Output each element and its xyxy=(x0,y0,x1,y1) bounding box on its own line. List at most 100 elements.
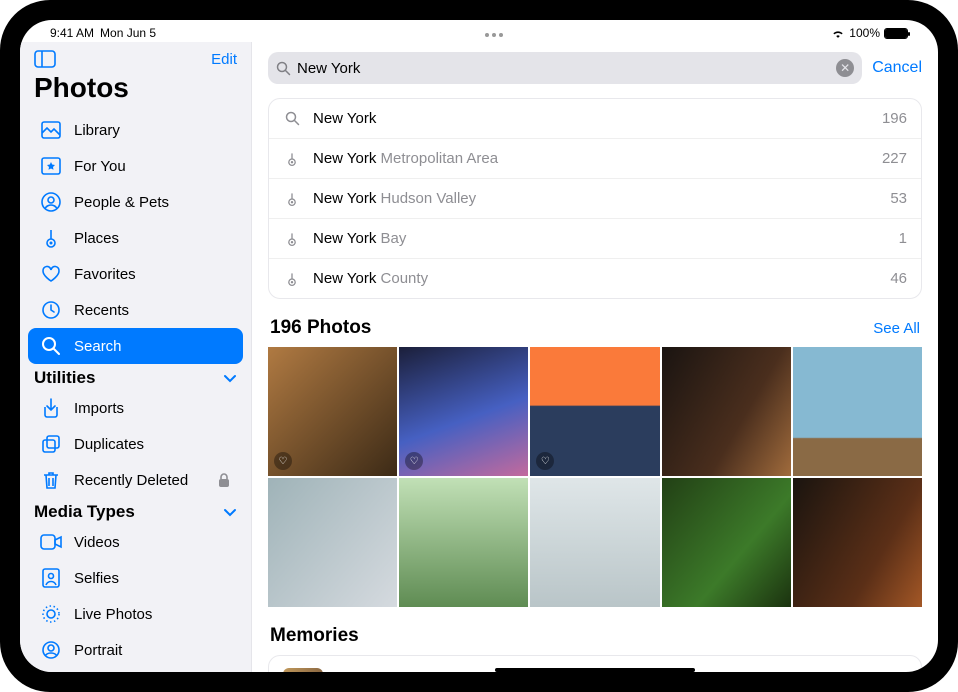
chevron-down-icon[interactable] xyxy=(223,507,237,517)
sidebar-item-label: Videos xyxy=(74,534,120,551)
cancel-button[interactable]: Cancel xyxy=(872,59,922,77)
photo-thumbnail[interactable] xyxy=(399,478,528,607)
sidebar-item-label: Portrait xyxy=(74,642,122,659)
multitask-dots-icon[interactable] xyxy=(479,33,509,37)
status-date: Mon Jun 5 xyxy=(100,26,156,40)
sidebar-item-recents[interactable]: Recents xyxy=(28,292,243,328)
sidebar-item-people-pets[interactable]: People & Pets xyxy=(28,184,243,220)
sidebar-item-label: Live Photos xyxy=(74,606,152,623)
search-suggestion[interactable]: New York Bay1 xyxy=(269,219,921,259)
photo-thumbnail[interactable]: ♡ xyxy=(530,347,659,476)
sidebar-item-favorites[interactable]: Favorites xyxy=(28,256,243,292)
suggestion-count: 46 xyxy=(890,270,907,287)
sidebar-item-for-you[interactable]: For You xyxy=(28,148,243,184)
sidebar-item-label: People & Pets xyxy=(74,194,169,211)
videos-icon xyxy=(40,531,62,553)
main-area: New York ✕ Cancel New York 196 New York Me… xyxy=(252,42,938,672)
memories-heading: Memories xyxy=(270,625,359,647)
sidebar-item-search[interactable]: Search xyxy=(28,328,243,364)
search-suggestions: New York 196 New York Metropolitan Area227… xyxy=(268,98,922,299)
search-icon xyxy=(40,335,62,357)
sidebar-section-media[interactable]: Media Types xyxy=(34,502,135,522)
sidebar-item-library[interactable]: Library xyxy=(28,112,243,148)
results-heading: 196 Photos xyxy=(270,317,371,339)
sidebar-item-places[interactable]: Places xyxy=(28,220,243,256)
recently-deleted-icon xyxy=(40,469,62,491)
sidebar-item-portrait[interactable]: Portrait xyxy=(28,632,243,668)
home-indicator[interactable] xyxy=(495,668,695,672)
favorites-icon xyxy=(40,263,62,285)
sidebar-item-label: Search xyxy=(74,338,122,355)
battery-percent: 100% xyxy=(849,26,880,40)
photo-thumbnail[interactable]: ♡ xyxy=(399,347,528,476)
duplicates-icon xyxy=(40,433,62,455)
recents-icon xyxy=(40,299,62,321)
search-suggestion[interactable]: New York 196 xyxy=(269,99,921,139)
place-pin-icon xyxy=(283,191,301,207)
photo-thumbnail[interactable] xyxy=(662,347,791,476)
sidebar-toggle-icon[interactable] xyxy=(34,50,56,68)
sidebar-item-imports[interactable]: Imports xyxy=(28,390,243,426)
sidebar-item-duplicates[interactable]: Duplicates xyxy=(28,426,243,462)
photo-thumbnail[interactable] xyxy=(662,478,791,607)
suggestion-count: 1 xyxy=(899,230,907,247)
sidebar-section-utilities[interactable]: Utilities xyxy=(34,368,95,388)
live-photos-icon xyxy=(40,603,62,625)
suggestion-main: New York xyxy=(313,230,376,247)
sidebar-item-label: Places xyxy=(74,230,119,247)
suggestion-main: New York xyxy=(313,190,376,207)
sidebar-item-label: Library xyxy=(74,122,120,139)
sidebar-item-selfies[interactable]: Selfies xyxy=(28,560,243,596)
portrait-icon xyxy=(40,639,62,661)
people-pets-icon xyxy=(40,191,62,213)
suggestion-sub: Metropolitan Area xyxy=(376,150,498,167)
sidebar-item-recently-deleted[interactable]: Recently Deleted xyxy=(28,462,243,498)
wifi-icon xyxy=(831,28,845,39)
suggestion-sub: County xyxy=(376,270,428,287)
lock-icon xyxy=(217,472,231,488)
search-suggestion[interactable]: New York Hudson Valley 53 xyxy=(269,179,921,219)
suggestion-sub: Hudson Valley xyxy=(376,190,476,207)
search-suggestion[interactable]: New York Metropolitan Area227 xyxy=(269,139,921,179)
photo-thumbnail[interactable] xyxy=(268,478,397,607)
sidebar-item-videos[interactable]: Videos xyxy=(28,524,243,560)
search-value: New York xyxy=(297,60,830,77)
photo-thumbnail[interactable] xyxy=(530,478,659,607)
places-icon xyxy=(40,227,62,249)
chevron-down-icon[interactable] xyxy=(223,373,237,383)
photo-grid: ♡♡♡ xyxy=(268,347,922,607)
sidebar: Edit Photos Library For You People & Pets P… xyxy=(20,42,252,672)
suggestion-count: 53 xyxy=(890,190,907,207)
place-pin-icon xyxy=(283,231,301,247)
sidebar-item-label: Duplicates xyxy=(74,436,144,453)
selfies-icon xyxy=(40,567,62,589)
imports-icon xyxy=(40,397,62,419)
search-icon xyxy=(283,111,301,126)
app-title: Photos xyxy=(20,68,251,112)
memory-thumbnail xyxy=(283,668,323,672)
photo-thumbnail[interactable]: ♡ xyxy=(268,347,397,476)
photo-thumbnail[interactable] xyxy=(793,478,922,607)
sidebar-item-live-photos[interactable]: Live Photos xyxy=(28,596,243,632)
photo-thumbnail[interactable] xyxy=(793,347,922,476)
sidebar-item-label: Recently Deleted xyxy=(74,472,188,489)
see-all-button[interactable]: See All xyxy=(873,320,920,337)
sidebar-item-label: Favorites xyxy=(74,266,136,283)
suggestion-main: New York xyxy=(313,270,376,287)
suggestion-main: New York xyxy=(313,110,376,127)
suggestion-count: 196 xyxy=(882,110,907,127)
sidebar-item-label: Selfies xyxy=(74,570,119,587)
search-icon xyxy=(276,61,291,76)
for-you-icon xyxy=(40,155,62,177)
sidebar-item-label: For You xyxy=(74,158,126,175)
library-icon xyxy=(40,119,62,141)
search-suggestion[interactable]: New York County 46 xyxy=(269,259,921,298)
search-input[interactable]: New York ✕ xyxy=(268,52,862,84)
status-time: 9:41 AM xyxy=(50,26,94,40)
sidebar-item-label: Imports xyxy=(74,400,124,417)
edit-button[interactable]: Edit xyxy=(211,51,237,68)
suggestion-main: New York xyxy=(313,150,376,167)
place-pin-icon xyxy=(283,271,301,287)
clear-icon[interactable]: ✕ xyxy=(836,59,854,77)
sidebar-item-label: Recents xyxy=(74,302,129,319)
